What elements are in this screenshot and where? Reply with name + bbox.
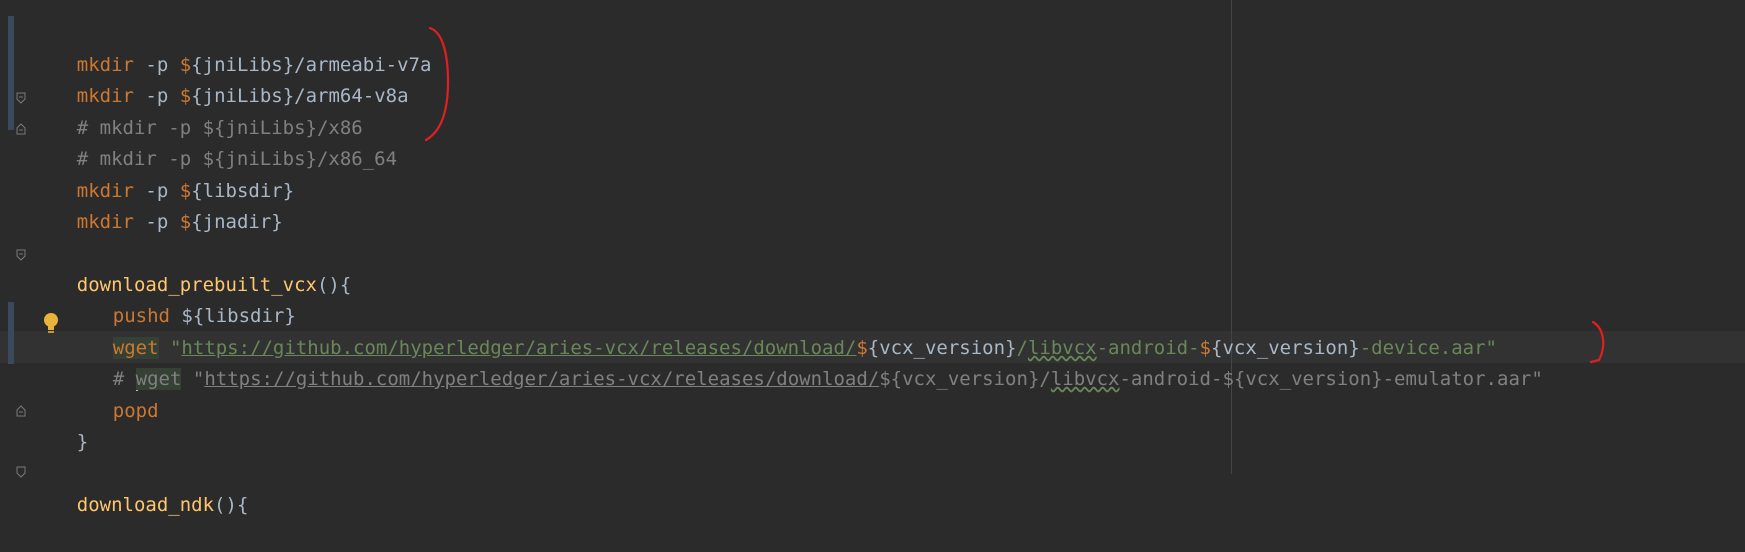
code-line-comment[interactable]: # mkdir -p ${jniLibs}/x86 xyxy=(31,82,363,139)
code-line[interactable]: mkdir -p ${jniLibs}/armeabi-v7a xyxy=(31,19,432,76)
red-annotation-bracket xyxy=(1589,320,1605,364)
code-line[interactable]: mkdir -p ${jnadir} xyxy=(31,176,283,233)
function-definition[interactable]: download_ndk(){ xyxy=(31,459,249,516)
fold-marker-icon[interactable] xyxy=(16,466,26,478)
closing-brace[interactable]: } xyxy=(31,396,88,453)
code-line-comment-wget[interactable]: # wget "https://github.com/hyperledger/a… xyxy=(67,333,1543,391)
red-annotation-bracket xyxy=(424,26,450,142)
vcs-change-marker[interactable] xyxy=(8,16,14,130)
fold-marker-icon[interactable] xyxy=(16,92,26,104)
code-line[interactable]: mkdir -p ${libsdir} xyxy=(31,145,294,202)
url-link[interactable]: https://github.com/hyperledger/aries-vcx… xyxy=(204,368,879,390)
function-definition[interactable]: download_prebuilt_vcx(){ xyxy=(31,239,352,296)
code-line[interactable]: pushd ${libsdir} xyxy=(67,270,296,327)
code-line[interactable]: mkdir -p ${jniLibs}/arm64-v8a xyxy=(31,50,409,107)
fold-marker-icon[interactable] xyxy=(16,123,26,135)
fold-marker-icon[interactable] xyxy=(16,405,26,417)
code-line-wget[interactable]: wget "https://github.com/hyperledger/ari… xyxy=(67,302,1497,359)
code-editor[interactable]: mkdir -p ${jniLibs}/armeabi-v7a mkdir -p… xyxy=(0,0,1745,516)
fold-marker-icon[interactable] xyxy=(16,249,26,261)
right-margin-guide xyxy=(1231,0,1232,474)
code-line-comment[interactable]: # mkdir -p ${jniLibs}/x86_64 xyxy=(31,113,397,170)
vcs-change-marker[interactable] xyxy=(8,302,14,364)
code-line[interactable]: popd xyxy=(67,365,159,422)
